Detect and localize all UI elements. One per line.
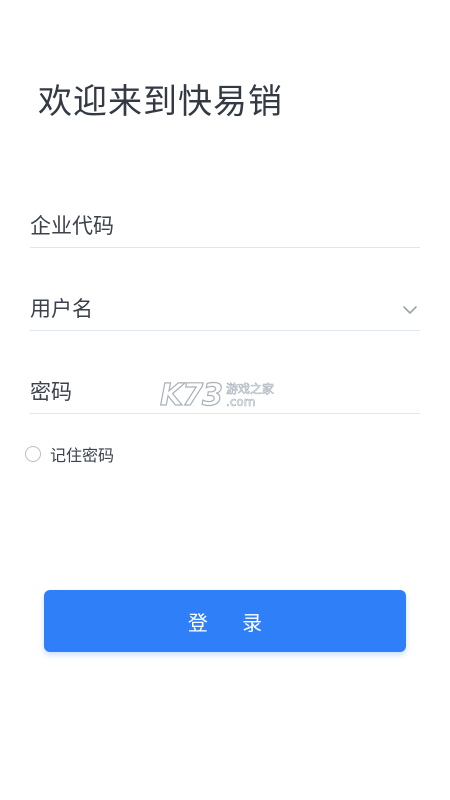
username-field	[30, 279, 420, 331]
remember-password-label: 记住密码	[50, 446, 115, 465]
username-input[interactable]	[30, 292, 380, 326]
login-button[interactable]: 登 录	[44, 590, 406, 652]
radio-circle-icon[interactable]	[25, 446, 41, 462]
company-code-field	[30, 196, 420, 248]
password-field	[30, 362, 420, 414]
chevron-down-icon[interactable]	[402, 302, 418, 318]
remember-password-toggle[interactable]: 记住密码	[25, 443, 114, 465]
password-input[interactable]	[30, 375, 380, 409]
company-code-input[interactable]	[30, 209, 380, 243]
page-title: 欢迎来到快易销	[38, 82, 283, 122]
